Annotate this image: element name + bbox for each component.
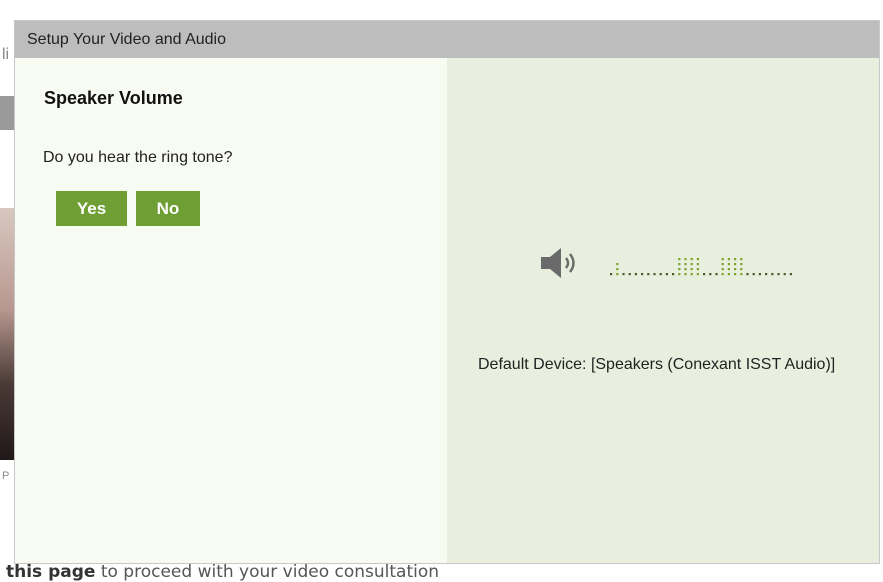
meter-dot bbox=[678, 263, 681, 266]
section-title: Speaker Volume bbox=[44, 88, 183, 108]
meter-dot bbox=[734, 273, 737, 276]
meter-dot bbox=[771, 273, 774, 276]
meter-dot bbox=[622, 273, 625, 276]
meter-dot bbox=[634, 273, 637, 276]
meter-dot bbox=[690, 273, 693, 276]
meter-dot bbox=[616, 273, 619, 276]
background-instruction-text: this page to proceed with your video con… bbox=[6, 562, 439, 582]
dialog-body: Speaker Volume Do you hear the ring tone… bbox=[15, 58, 879, 563]
meter-dot bbox=[746, 273, 749, 276]
meter-dot bbox=[783, 273, 786, 276]
meter-dot bbox=[659, 273, 662, 276]
meter-dot bbox=[696, 263, 699, 266]
meter-dot bbox=[752, 273, 755, 276]
meter-dot bbox=[734, 268, 737, 271]
meter-dot bbox=[740, 258, 743, 261]
meter-dot bbox=[678, 273, 681, 276]
meter-dot bbox=[740, 263, 743, 266]
dialog-title: Setup Your Video and Audio bbox=[15, 21, 879, 58]
meter-dot bbox=[709, 273, 712, 276]
meter-dot bbox=[740, 273, 743, 276]
meter-dot bbox=[758, 273, 761, 276]
meter-dot bbox=[721, 273, 724, 276]
meter-dot bbox=[696, 273, 699, 276]
meter-dot bbox=[690, 263, 693, 266]
meter-dot bbox=[678, 258, 681, 261]
meter-dot bbox=[721, 263, 724, 266]
meter-dot bbox=[610, 273, 613, 276]
meter-dot bbox=[740, 268, 743, 271]
meter-dot bbox=[715, 273, 718, 276]
meter-dot bbox=[684, 263, 687, 266]
meter-dot bbox=[727, 273, 730, 276]
meter-dot bbox=[727, 268, 730, 271]
left-pane: Speaker Volume Do you hear the ring tone… bbox=[15, 58, 447, 563]
meter-dot bbox=[734, 258, 737, 261]
volume-meter bbox=[610, 258, 792, 276]
meter-dot bbox=[734, 263, 737, 266]
meter-dot bbox=[703, 273, 706, 276]
background-bar bbox=[0, 96, 14, 130]
meter-dot bbox=[789, 273, 792, 276]
meter-dot bbox=[665, 273, 668, 276]
meter-dot bbox=[628, 273, 631, 276]
meter-dot bbox=[765, 273, 768, 276]
meter-dot bbox=[690, 268, 693, 271]
meter-dot bbox=[616, 268, 619, 271]
meter-dot bbox=[777, 273, 780, 276]
default-device-label: Default Device: [Speakers (Conexant ISST… bbox=[478, 356, 836, 373]
background-photo bbox=[0, 208, 14, 460]
background-instruction-rest: to proceed with your video consultation bbox=[95, 562, 440, 582]
meter-dot bbox=[678, 268, 681, 271]
background-text-fragment: li bbox=[2, 46, 10, 63]
meter-dot bbox=[727, 263, 730, 266]
setup-dialog: Setup Your Video and Audio Speaker Volum… bbox=[14, 20, 880, 564]
meter-dot bbox=[653, 273, 656, 276]
meter-dot bbox=[647, 273, 650, 276]
meter-dot bbox=[721, 258, 724, 261]
no-button[interactable]: No bbox=[136, 191, 200, 226]
speaker-volume-icon bbox=[541, 248, 575, 278]
meter-dot bbox=[690, 258, 693, 261]
meter-dot bbox=[672, 273, 675, 276]
meter-dot bbox=[727, 258, 730, 261]
background-text-fragment-2: P bbox=[2, 470, 10, 482]
meter-dot bbox=[696, 268, 699, 271]
meter-dot bbox=[641, 273, 644, 276]
meter-dot bbox=[684, 273, 687, 276]
meter-dot bbox=[616, 263, 619, 266]
meter-dot bbox=[684, 268, 687, 271]
ring-tone-question: Do you hear the ring tone? bbox=[43, 149, 233, 166]
meter-dot bbox=[684, 258, 687, 261]
right-pane: Default Device: [Speakers (Conexant ISST… bbox=[447, 58, 879, 563]
meter-dot bbox=[696, 258, 699, 261]
meter-dot bbox=[721, 268, 724, 271]
yes-button[interactable]: Yes bbox=[56, 191, 127, 226]
background-link-text[interactable]: this page bbox=[6, 562, 95, 582]
